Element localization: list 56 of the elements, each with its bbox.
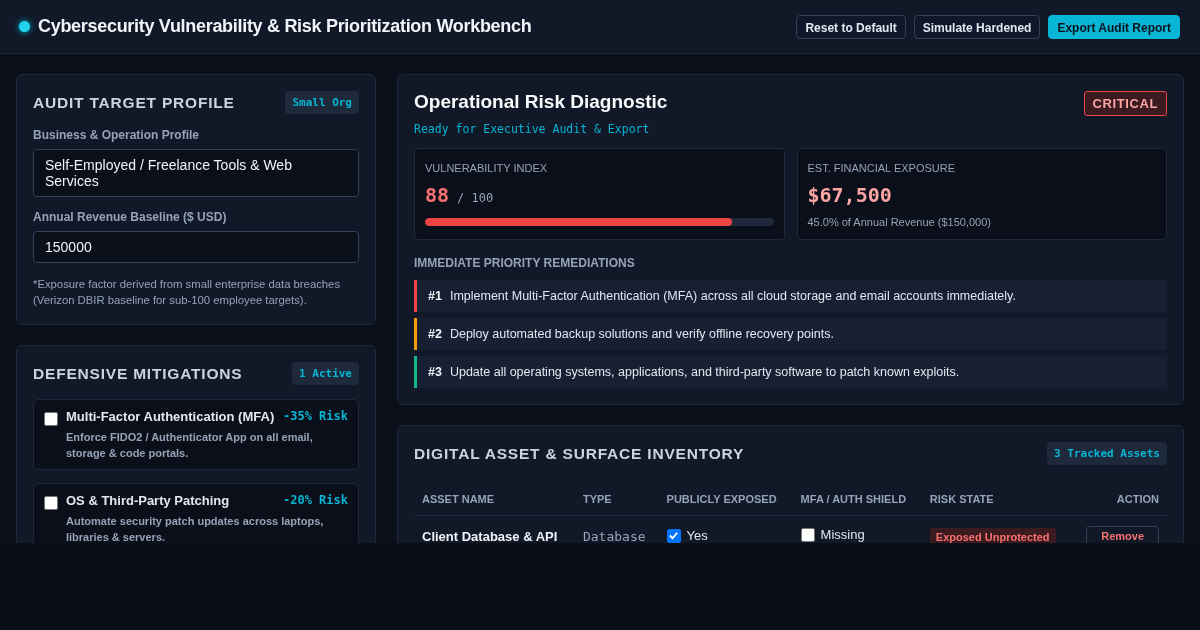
column-header: ASSET NAME: [422, 493, 495, 505]
mitigation-option[interactable]: OS & Third-Party Patching -20% Risk Automate security patch updates across laptops, libraries & servers.: [33, 483, 359, 543]
input-field[interactable]: 150000: [33, 231, 359, 263]
priority-rank: #2: [428, 327, 442, 341]
footnote-text: *Exposure factor derived from small enterprise data breaches (Verizon DBIR baseline for sub-100 employee targets).: [33, 277, 342, 308]
remove-button[interactable]: Remove: [1086, 526, 1159, 543]
active-count-tag: 1 Active: [292, 362, 359, 385]
column-header: TYPE: [582, 493, 612, 505]
checkbox[interactable]: [44, 412, 58, 426]
index-value: 88: [425, 183, 450, 207]
table-cell: Database: [582, 528, 646, 543]
column-header: PUBLICLY EXPOSED: [666, 493, 777, 505]
mitigation-description: Enforce FIDO2 / Authenticator App on all email, storage & code portals.: [66, 430, 314, 461]
card-title: DEFENSIVE MITIGATIONS: [33, 364, 243, 383]
exposure-note: 45.0% of Annual Revenue ($150,000): [807, 216, 992, 228]
org-size-tag: Small Org: [285, 91, 359, 114]
header-button[interactable]: Simulate Hardened: [913, 14, 1041, 39]
checkbox[interactable]: [44, 496, 58, 510]
mitigation-name: OS & Third-Party Patching: [66, 493, 230, 508]
column-header: RISK STATE: [929, 493, 994, 505]
input-field[interactable]: Self-Employed / Freelance Tools & Web Services: [33, 149, 359, 197]
checkbox[interactable]: [800, 527, 815, 542]
status-dot-icon: [19, 21, 30, 32]
checkbox-label: Yes: [686, 528, 708, 543]
exposure-value: $67,500: [807, 183, 892, 207]
column-header: MFA / AUTH SHIELD: [800, 493, 907, 505]
checkbox-label: Missing: [820, 527, 865, 543]
table-cell: Client Database & API: [422, 528, 558, 543]
risk-reduction: -35% Risk: [282, 409, 348, 424]
mitigation-option[interactable]: Multi-Factor Authentication (MFA) -35% Risk Enforce FIDO2 / Authenticator App on all email, storage & code portals.: [33, 399, 359, 470]
card-title: AUDIT TARGET PROFILE: [33, 93, 235, 112]
header-button[interactable]: Reset to Default: [796, 14, 906, 39]
section-heading: IMMEDIATE PRIORITY REMEDIATIONS: [414, 256, 636, 270]
app-title: Cybersecurity Vulnerability & Risk Prioritization Workbench: [38, 16, 532, 37]
card-title: DIGITAL ASSET & SURFACE INVENTORY: [414, 444, 745, 463]
checkbox[interactable]: [666, 528, 681, 543]
column-header: ACTION: [1116, 493, 1159, 505]
remediation-text: Update all operating systems, applications, and third-party software to patch known exploits.: [449, 365, 960, 379]
header-button[interactable]: Export Audit Report: [1048, 14, 1180, 39]
risk-reduction: -20% Risk: [282, 493, 348, 508]
field-label: Business & Operation Profile: [33, 128, 201, 142]
diagnostic-title: Operational Risk Diagnostic: [414, 91, 668, 113]
field-label: Annual Revenue Baseline ($ USD): [33, 210, 228, 224]
remediation-text: Implement Multi-Factor Authentication (MFA) across all cloud storage and email accounts immediately.: [449, 289, 1016, 303]
priority-rank: #3: [428, 365, 442, 379]
severity-badge: CRITICAL: [1083, 91, 1167, 116]
index-max: / 100: [457, 191, 494, 205]
risk-state-tag: Exposed Unprotected: [929, 527, 1056, 543]
mitigation-description: Automate security patch updates across laptops, libraries & servers.: [66, 514, 325, 543]
metric-label: VULNERABILITY INDEX: [425, 162, 549, 174]
priority-rank: #1: [428, 289, 442, 303]
metric-label: EST. FINANCIAL EXPOSURE: [807, 162, 957, 174]
mitigation-name: Multi-Factor Authentication (MFA): [66, 409, 275, 424]
remediation-text: Deploy automated backup solutions and verify offline recovery points.: [449, 327, 834, 341]
status-subtitle: Ready for Executive Audit & Export: [414, 122, 651, 136]
asset-count-tag: 3 Tracked Assets: [1047, 442, 1167, 465]
